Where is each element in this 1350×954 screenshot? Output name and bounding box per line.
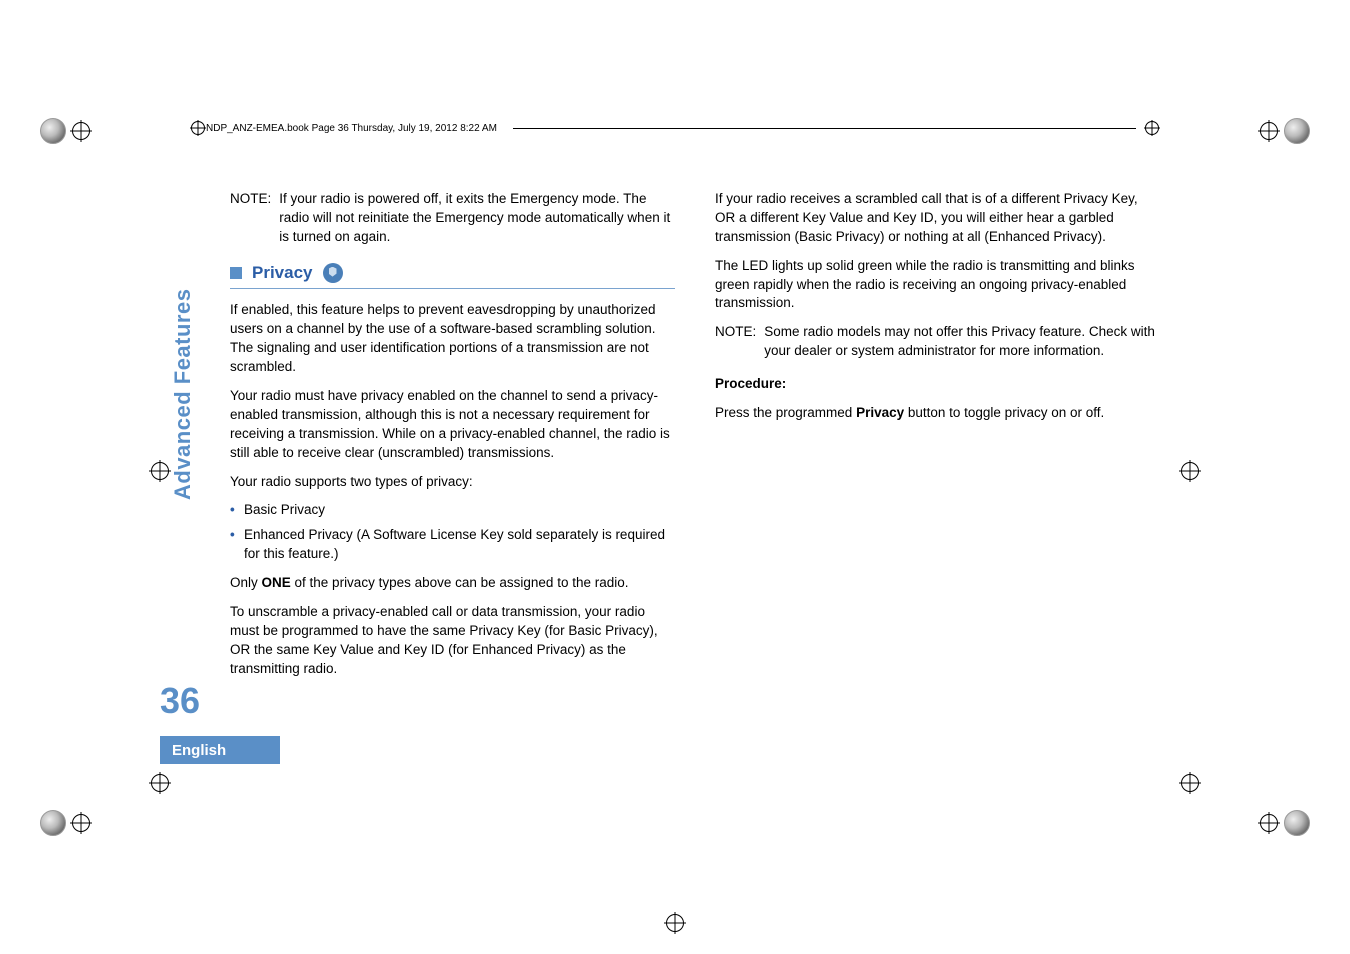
privacy-unscramble: To unscramble a privacy-enabled call or … <box>230 603 675 679</box>
privacy-wrong-key: If your radio receives a scrambled call … <box>715 190 1160 247</box>
privacy-title: Privacy <box>252 261 313 285</box>
regmark-bot-left <box>40 810 96 836</box>
language-block: English <box>160 736 280 764</box>
privacy-intro-2: Your radio must have privacy enabled on … <box>230 387 675 463</box>
running-head-text: NDP_ANZ-EMEA.book Page 36 Thursday, July… <box>206 123 497 134</box>
procedure-step: Press the programmed Privacy button to t… <box>715 404 1160 423</box>
privacy-led: The LED lights up solid green while the … <box>715 257 1160 314</box>
procedure-heading: Procedure: <box>715 375 1160 394</box>
page-number: 36 <box>160 680 200 722</box>
regmark-top-right <box>1254 118 1310 144</box>
left-column: NOTE: If your radio is powered off, it e… <box>230 190 675 689</box>
list-item: Basic Privacy <box>230 501 675 520</box>
note-body: Some radio models may not offer this Pri… <box>764 323 1160 361</box>
note-label: NOTE: <box>230 190 271 247</box>
note-body: If your radio is powered off, it exits t… <box>279 190 675 247</box>
privacy-availability-note: NOTE: Some radio models may not offer th… <box>715 323 1160 361</box>
regmark-lower-left <box>145 772 175 794</box>
regmark-lower-right <box>1175 772 1205 794</box>
privacy-heading: Privacy <box>230 261 675 285</box>
section-tab-label: Advanced Features <box>170 289 196 500</box>
privacy-types-lead: Your radio supports two types of privacy… <box>230 473 675 492</box>
regmark-mid-right <box>1175 460 1205 482</box>
heading-rule <box>230 288 675 289</box>
privacy-intro-1: If enabled, this feature helps to preven… <box>230 301 675 377</box>
right-column: If your radio receives a scrambled call … <box>715 190 1160 689</box>
note-label: NOTE: <box>715 323 756 361</box>
heading-bullet-icon <box>230 267 242 279</box>
privacy-types-list: Basic Privacy Enhanced Privacy (A Softwa… <box>230 501 675 564</box>
privacy-one-note: Only ONE of the privacy types above can … <box>230 574 675 593</box>
shield-icon <box>323 263 343 283</box>
running-head: NDP_ANZ-EMEA.book Page 36 Thursday, July… <box>190 120 1160 136</box>
emergency-note: NOTE: If your radio is powered off, it e… <box>230 190 675 247</box>
regmark-top-left <box>40 118 96 144</box>
page-content: Advanced Features 36 English NOTE: If yo… <box>190 160 1160 864</box>
list-item: Enhanced Privacy (A Software License Key… <box>230 526 675 564</box>
regmark-bottom-center <box>664 912 686 934</box>
regmark-bot-right <box>1254 810 1310 836</box>
